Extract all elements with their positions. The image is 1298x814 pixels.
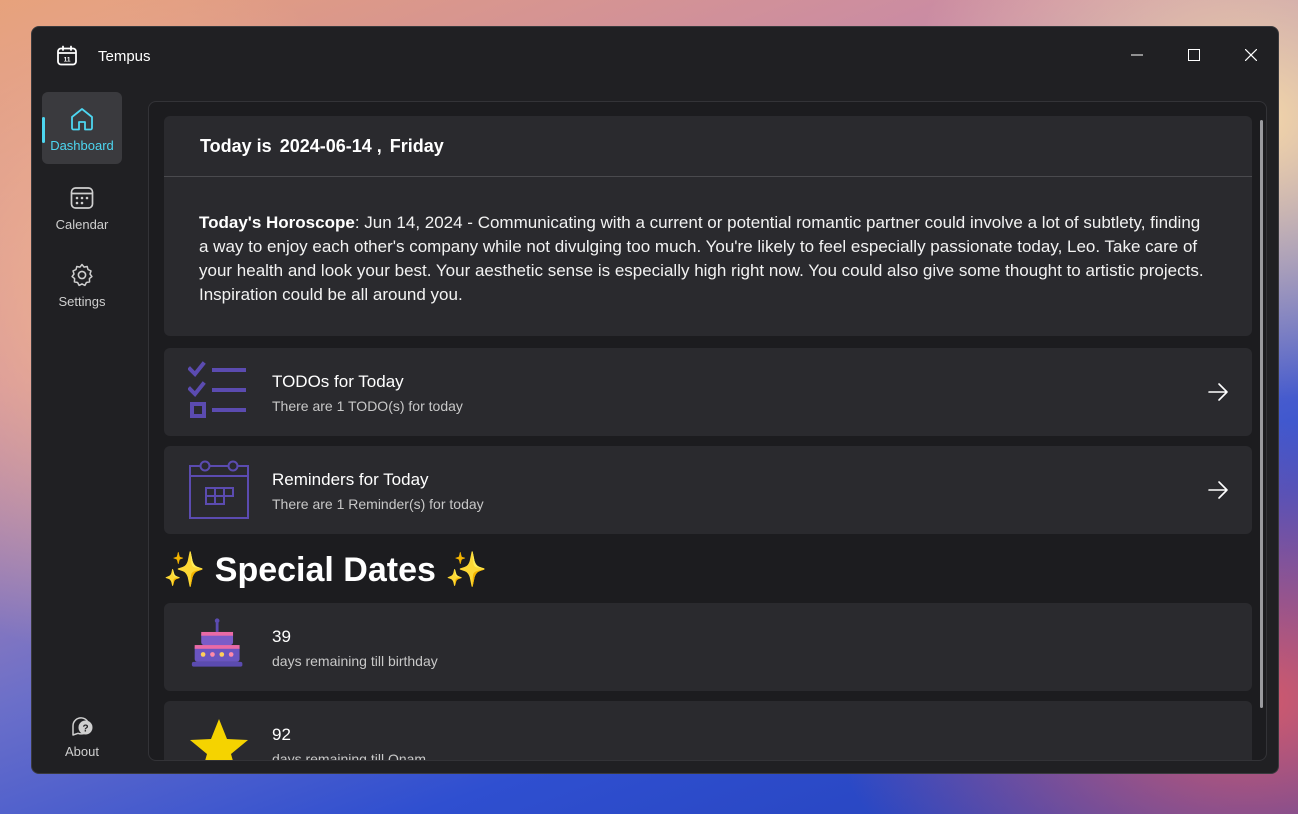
scrollbar[interactable] xyxy=(1260,120,1263,708)
help-chat-icon: ? xyxy=(72,717,93,736)
reminders-title: Reminders for Today xyxy=(272,470,429,489)
today-card: Today is 2024-06-14 , Friday Today's Hor… xyxy=(164,116,1252,336)
sidebar-item-calendar[interactable]: Calendar xyxy=(42,171,122,243)
arrow-right-icon[interactable] xyxy=(1206,478,1230,502)
gear-icon xyxy=(71,263,93,287)
sidebar-item-about[interactable]: ? About xyxy=(42,698,122,770)
title-bar[interactable]: 11 Tempus xyxy=(32,27,1278,87)
todos-title: TODOs for Today xyxy=(272,372,404,391)
active-indicator xyxy=(42,117,45,143)
special-dates-heading: ✨ Special Dates ✨ xyxy=(163,550,488,590)
close-icon xyxy=(1245,49,1257,61)
calendar-app-icon: 11 xyxy=(57,45,77,66)
close-button[interactable] xyxy=(1228,37,1274,73)
birthday-label: days remaining till birthday xyxy=(272,653,438,669)
sidebar-item-settings[interactable]: Settings xyxy=(42,248,122,320)
app-window: 11 Tempus Dashboard Calendar Settings ? … xyxy=(31,26,1279,774)
birthday-cake-icon xyxy=(191,618,243,667)
maximize-icon xyxy=(1188,49,1200,61)
svg-text:11: 11 xyxy=(64,57,71,64)
today-date: 2024-06-14 , xyxy=(279,135,382,156)
onam-label: days remaining till Onam xyxy=(272,751,427,761)
home-icon xyxy=(71,108,93,131)
todos-subtitle: There are 1 TODO(s) for today xyxy=(272,398,463,414)
todos-card[interactable]: TODOs for Today There are 1 TODO(s) for … xyxy=(164,348,1252,436)
birthday-count: 39 xyxy=(272,627,291,646)
sidebar-item-label: Settings xyxy=(58,294,106,309)
horoscope-label: Today's Horoscope xyxy=(199,213,355,232)
minimize-button[interactable] xyxy=(1114,37,1160,73)
special-dates-title: Special Dates xyxy=(214,551,436,589)
sidebar-item-dashboard[interactable]: Dashboard xyxy=(42,92,122,164)
svg-text:?: ? xyxy=(82,724,88,735)
arrow-right-icon[interactable] xyxy=(1206,380,1230,404)
today-weekday: Friday xyxy=(389,135,444,156)
special-date-birthday: 39 days remaining till birthday xyxy=(164,603,1252,691)
today-header: Today is 2024-06-14 , Friday xyxy=(164,116,1252,177)
reminders-subtitle: There are 1 Reminder(s) for today xyxy=(272,496,484,512)
horoscope-text: Today's Horoscope: Jun 14, 2024 - Commun… xyxy=(164,177,1252,307)
today-prefix: Today is xyxy=(200,135,272,156)
sidebar-item-label: About xyxy=(65,744,99,759)
sparkle-icon: ✨ xyxy=(445,551,488,589)
sidebar-item-label: Calendar xyxy=(55,217,109,232)
reminders-card[interactable]: Reminders for Today There are 1 Reminder… xyxy=(164,446,1252,534)
checklist-icon xyxy=(188,361,246,418)
minimize-icon xyxy=(1131,54,1143,56)
dashboard-content[interactable]: Today is 2024-06-14 , Friday Today's Hor… xyxy=(148,101,1267,761)
calendar-grid-icon xyxy=(189,460,249,519)
onam-count: 92 xyxy=(272,725,291,744)
app-title: Tempus xyxy=(98,48,151,65)
sidebar: Dashboard Calendar Settings ? About xyxy=(32,87,136,773)
star-icon xyxy=(190,719,248,760)
sidebar-item-label: Dashboard xyxy=(50,138,114,153)
sparkle-icon: ✨ xyxy=(163,551,206,589)
maximize-button[interactable] xyxy=(1171,37,1217,73)
calendar-icon xyxy=(70,187,94,209)
special-date-onam: 92 days remaining till Onam xyxy=(164,701,1252,761)
